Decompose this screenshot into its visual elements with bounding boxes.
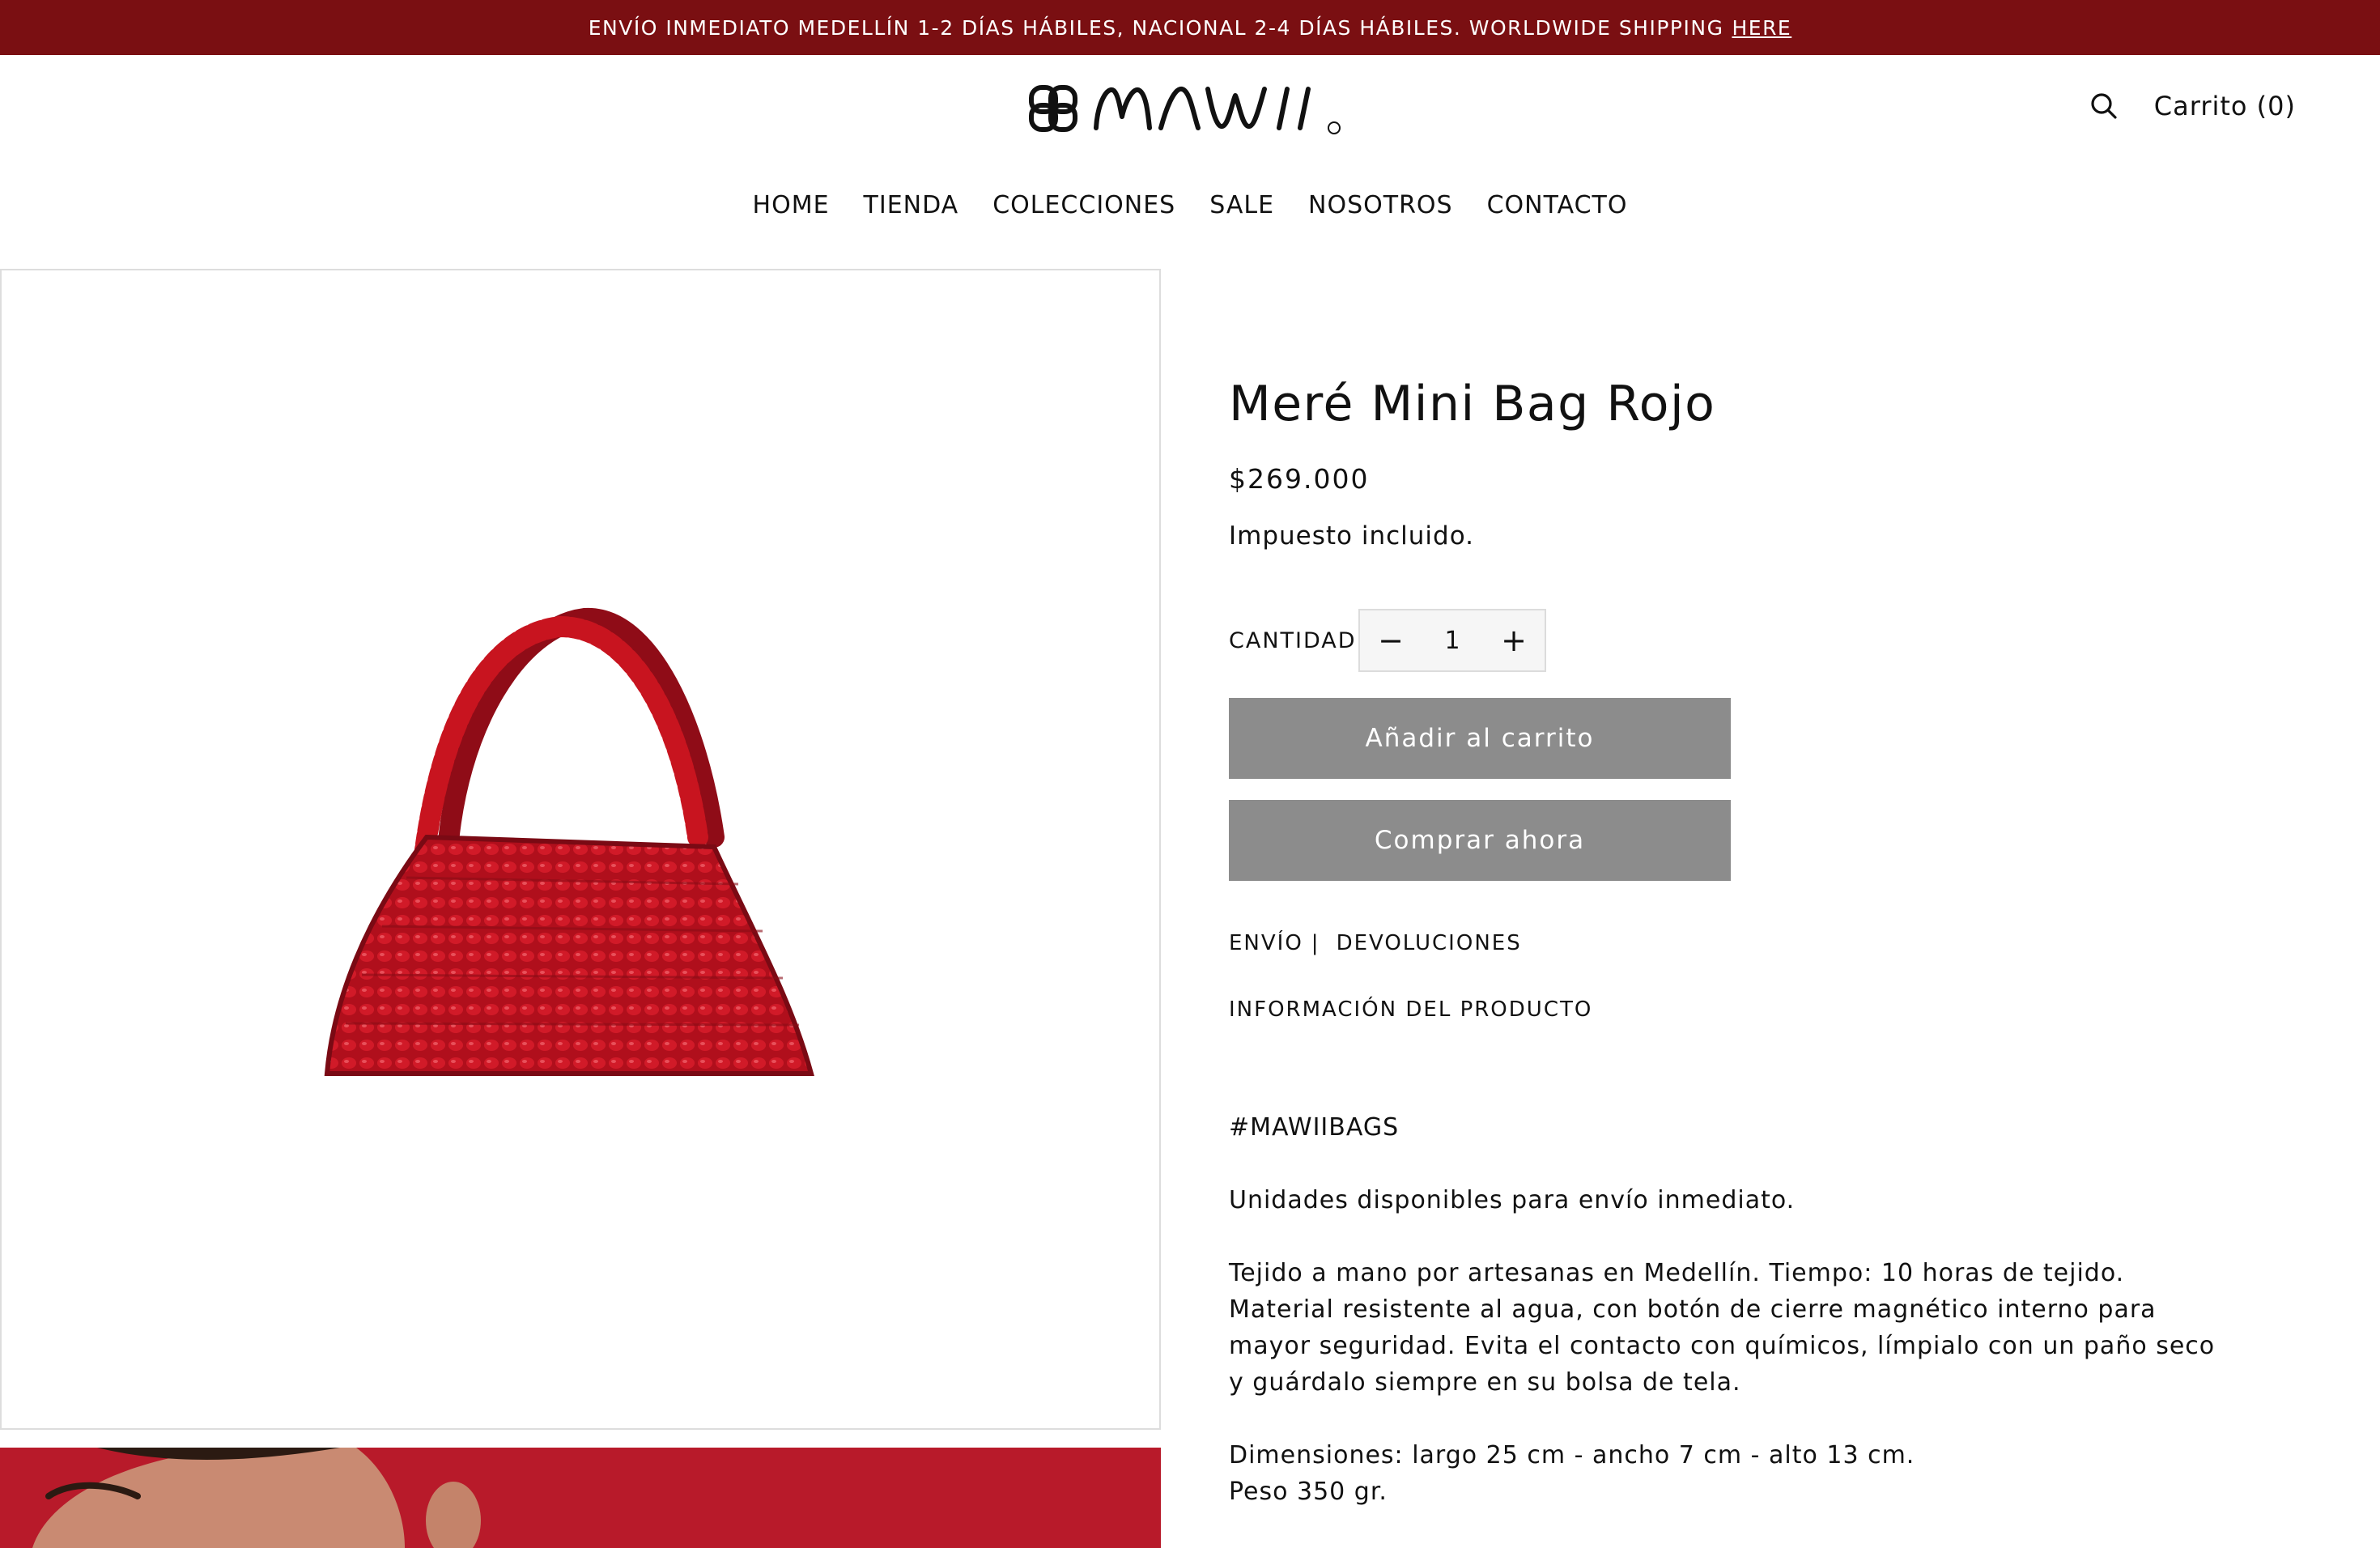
model-photo-image (0, 1448, 1161, 1548)
mawii-logo-icon (1029, 85, 1341, 134)
quantity-input[interactable] (1422, 610, 1483, 670)
description-care-line: mayor seguridad. Evita el contacto con q… (1229, 1332, 2216, 1360)
announcement-text: ENVÍO INMEDIATO MEDELLÍN 1-2 DÍAS HÁBILE… (588, 15, 1724, 40)
header-tools: Carrito (0) (2088, 84, 2296, 128)
quantity-increment-button[interactable]: + (1483, 610, 1545, 670)
product-image-main[interactable] (0, 269, 1161, 1430)
nav-item-colecciones[interactable]: COLECCIONES (992, 191, 1175, 219)
policy-separator: | (1311, 931, 1320, 955)
product-price: $269.000 (1229, 463, 1370, 495)
main-nav: HOME TIENDA COLECCIONES SALE NOSOTROS CO… (0, 185, 2380, 225)
nav-item-tienda[interactable]: TIENDA (864, 191, 959, 219)
product-title: Meré Mini Bag Rojo (1229, 376, 1716, 432)
description-care-line: Tejido a mano por artesanas en Medellín.… (1229, 1259, 2125, 1287)
nav-item-contacto[interactable]: CONTACTO (1487, 191, 1628, 219)
description-care-line: Material resistente al agua, con botón d… (1229, 1295, 2157, 1324)
description-care-line: y guárdalo siempre en su bolsa de tela. (1229, 1368, 1741, 1397)
quantity-stepper: − + (1358, 609, 1546, 672)
quantity-label: CANTIDAD (1229, 628, 1357, 653)
nav-item-sale[interactable]: SALE (1209, 191, 1274, 219)
red-crochet-bag-image (324, 607, 814, 1076)
product-image-secondary[interactable] (0, 1448, 1161, 1548)
description-care: Tejido a mano por artesanas en Medellín.… (1229, 1255, 2265, 1401)
nav-item-home[interactable]: HOME (753, 191, 830, 219)
product-description: #MAWIIBAGS Unidades disponibles para env… (1229, 1109, 2265, 1546)
search-button[interactable] (2088, 90, 2120, 122)
dimensions-line: Dimensiones: largo 25 cm - ancho 7 cm - … (1229, 1441, 1915, 1469)
announcement-bar: ENVÍO INMEDIATO MEDELLÍN 1-2 DÍAS HÁBILE… (0, 0, 2380, 55)
weight-line: Peso 350 gr. (1229, 1478, 1388, 1506)
quantity-decrement-button[interactable]: − (1360, 610, 1422, 670)
shipping-policy-link[interactable]: ENVÍO (1229, 931, 1303, 955)
store-logo[interactable] (1026, 78, 1354, 138)
product-info-toggle[interactable]: INFORMACIÓN DEL PRODUCTO (1229, 997, 1592, 1022)
add-to-cart-button[interactable]: Añadir al carrito (1229, 698, 1731, 779)
description-availability: Unidades disponibles para envío inmediat… (1229, 1186, 1796, 1214)
cart-link[interactable]: Carrito (0) (2154, 91, 2296, 121)
description-hashtag: #MAWIIBAGS (1229, 1113, 1400, 1142)
worldwide-shipping-link[interactable]: HERE (1732, 16, 1791, 40)
returns-policy-link[interactable]: DEVOLUCIONES (1337, 931, 1522, 955)
policy-links: ENVÍO | DEVOLUCIONES (1229, 931, 1522, 955)
buy-now-button[interactable]: Comprar ahora (1229, 800, 1731, 881)
nav-item-nosotros[interactable]: NOSOTROS (1308, 191, 1453, 219)
search-icon (2091, 93, 2117, 119)
tax-note: Impuesto incluido. (1229, 521, 1474, 551)
description-dimensions: Dimensiones: largo 25 cm - ancho 7 cm - … (1229, 1437, 2265, 1510)
